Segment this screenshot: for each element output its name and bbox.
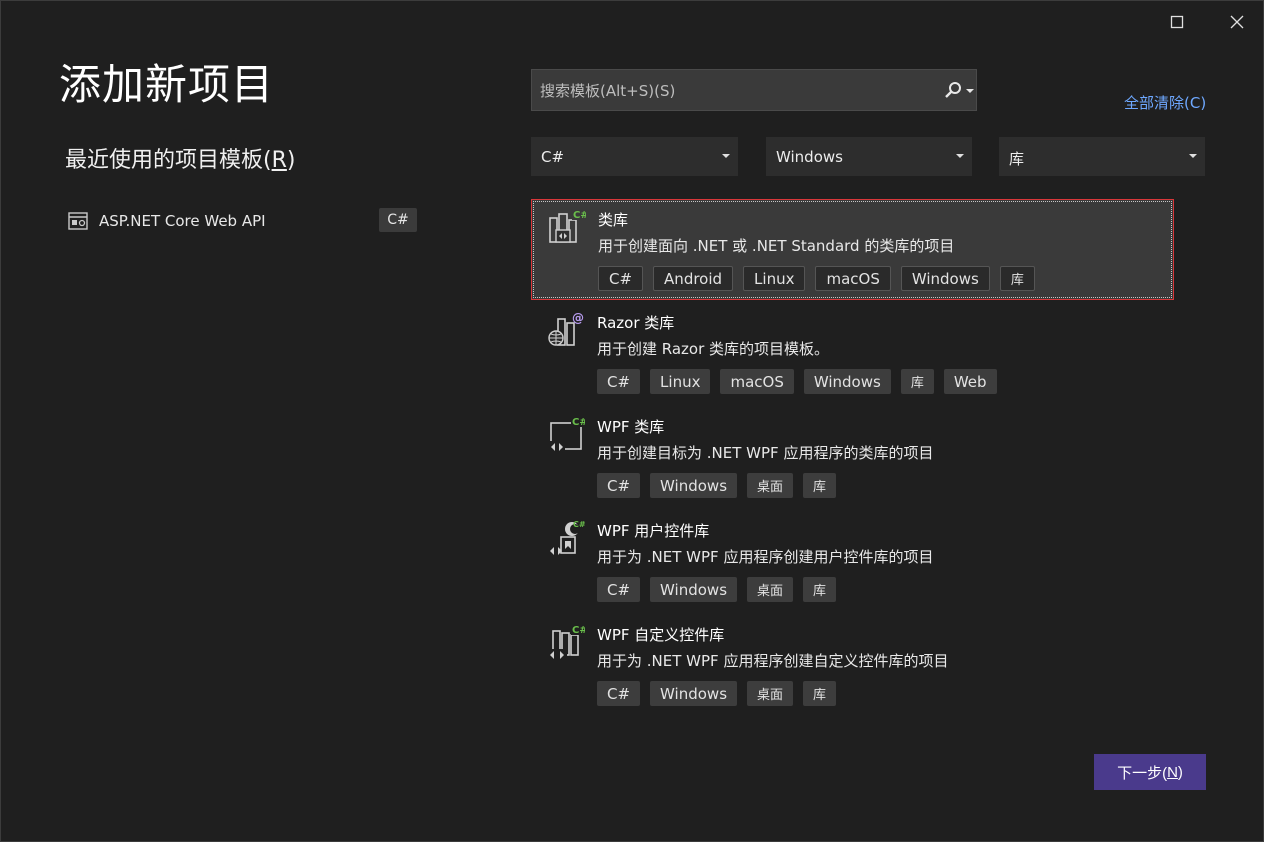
tag: macOS [815,266,891,291]
template-name: 类库 [598,211,629,229]
recent-item-label: ASP.NET Core Web API [99,212,266,230]
svg-text:C#: C# [573,210,586,221]
template-tags: C# Windows 桌面 库 [597,681,837,706]
language-filter-value: C# [541,148,565,166]
template-name: WPF 用户控件库 [597,522,710,540]
tag: Windows [650,681,738,706]
wpf-user-control-icon: C# [550,520,585,555]
recent-item-language-badge: C# [379,208,417,232]
dialog-window: 添加新项目 最近使用的项目模板(R) ASP.NET Core Web API … [0,0,1264,842]
template-name: Razor 类库 [597,314,675,332]
maximize-button[interactable] [1162,9,1192,35]
close-icon [1230,15,1244,29]
chevron-down-icon [956,154,964,158]
search-input[interactable] [538,70,922,112]
tag: Linux [650,369,711,394]
template-description: 用于为 .NET WPF 应用程序创建用户控件库的项目 [597,548,934,566]
template-tags: C# Linux macOS Windows 库 Web [597,369,997,394]
tag: Android [653,266,734,291]
tag: 桌面 [747,681,794,706]
wpf-custom-control-icon: C# [549,623,585,661]
next-label: 下一步( [1117,764,1168,782]
template-list: C# 类库 用于创建面向 .NET 或 .NET Standard 的类库的项目… [531,199,1174,719]
tag: Windows [803,369,891,394]
template-tags: C# Android Linux macOS Windows 库 [598,266,1035,291]
project-type-filter-value: 库 [1009,150,1025,168]
platform-filter-dropdown[interactable]: Windows [766,137,972,176]
svg-text:C#: C# [572,625,585,636]
template-tags: C# Windows 桌面 库 [597,473,837,498]
next-accelerator: N [1167,763,1178,781]
tag: 库 [803,473,837,498]
tag: C# [598,266,644,291]
language-filter-dropdown[interactable]: C# [531,137,738,176]
template-item-class-library[interactable]: C# 类库 用于创建面向 .NET 或 .NET Standard 的类库的项目… [531,199,1174,300]
tag: Windows [650,473,738,498]
template-tags: C# Windows 桌面 库 [597,577,837,602]
close-button[interactable] [1222,9,1252,35]
page-title: 添加新项目 [59,60,275,109]
template-description: 用于创建 Razor 类库的项目模板。 [597,340,830,358]
svg-text:C#: C# [572,417,585,428]
web-api-icon [67,210,89,232]
svg-text:C#: C# [573,520,585,529]
tag: 桌面 [747,473,794,498]
tag: Windows [650,577,738,602]
template-description: 用于为 .NET WPF 应用程序创建自定义控件库的项目 [597,652,949,670]
tag: Linux [743,266,806,291]
template-item-wpf-class-library[interactable]: C# WPF 类库 用于创建目标为 .NET WPF 应用程序的类库的项目 C#… [531,407,1174,511]
tag: C# [597,473,641,498]
search-icon [945,82,974,98]
search-box [531,69,977,112]
class-library-icon: C# [549,208,586,243]
tag: 库 [803,681,837,706]
template-item-wpf-user-control-library[interactable]: C# WPF 用户控件库 用于为 .NET WPF 应用程序创建用户控件库的项目… [531,511,1174,615]
platform-filter-value: Windows [776,148,843,166]
tag: Web [943,369,997,394]
tag: C# [597,681,641,706]
recent-templates-heading: 最近使用的项目模板(R) [65,148,296,173]
chevron-down-icon [722,154,730,158]
recent-item-aspnet-core-web-api[interactable]: ASP.NET Core Web API C# [67,207,419,235]
svg-text:@: @ [572,311,584,325]
template-description: 用于创建目标为 .NET WPF 应用程序的类库的项目 [597,444,934,462]
template-item-wpf-custom-control-library[interactable]: C# WPF 自定义控件库 用于为 .NET WPF 应用程序创建自定义控件库的… [531,615,1174,719]
maximize-icon [1170,15,1184,29]
tag: Windows [900,266,990,291]
tag: macOS [720,369,794,394]
template-item-razor-class-library[interactable]: @ Razor 类库 用于创建 Razor 类库的项目模板。 C# Linux … [531,303,1174,407]
template-name: WPF 自定义控件库 [597,626,725,644]
wpf-library-icon: C# [549,415,585,453]
tag: 库 [900,369,934,394]
razor-library-icon: @ [548,311,584,346]
template-name: WPF 类库 [597,418,665,436]
search-options-button[interactable] [940,80,976,102]
next-button[interactable]: 下一步(N) [1094,754,1206,790]
clear-all-link[interactable]: 全部清除(C) [1124,92,1206,113]
tag: 桌面 [747,577,794,602]
project-type-filter-dropdown[interactable]: 库 [999,137,1205,176]
tag: 库 [999,266,1035,291]
chevron-down-icon [1189,154,1197,158]
tag: C# [597,369,641,394]
tag: 库 [803,577,837,602]
next-label-end: ) [1177,763,1183,781]
tag: C# [597,577,641,602]
template-description: 用于创建面向 .NET 或 .NET Standard 的类库的项目 [598,237,955,255]
